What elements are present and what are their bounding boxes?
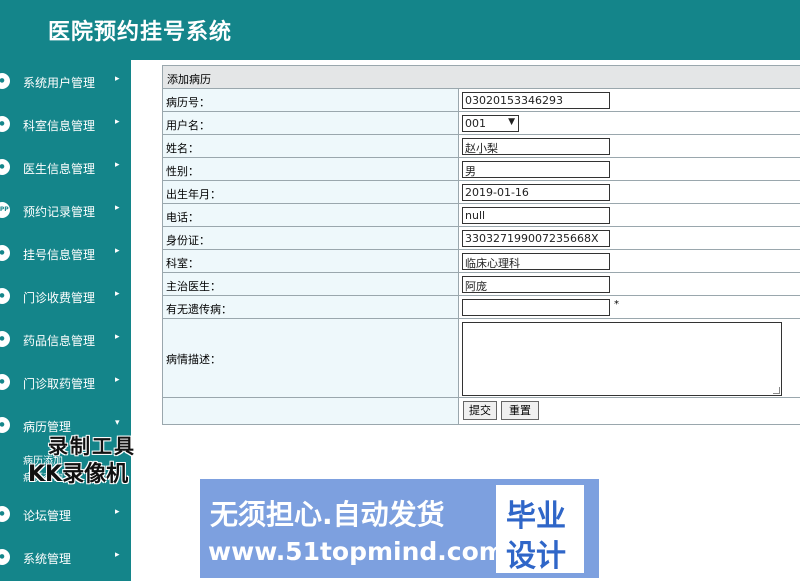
dropdown-arrow-icon: ▼: [508, 117, 515, 127]
sidebar-item-label: 挂号信息管理: [23, 248, 96, 262]
field-label: 电话：: [163, 204, 459, 226]
form-row-birth: 出生年月： 2019-01-16: [163, 181, 800, 204]
required-mark: *: [614, 299, 619, 310]
sidebar-item-fees[interactable]: ● 门诊收费管理 ▸: [0, 275, 131, 318]
promo-badge-line1: 毕业: [506, 499, 566, 534]
field-label: 科室：: [163, 250, 459, 272]
field-label: 病历号：: [163, 89, 459, 111]
register-icon: ●: [0, 245, 10, 261]
phone-field[interactable]: null: [462, 207, 610, 224]
field-label: 身份证：: [163, 227, 459, 249]
form-row-record-no: 病历号： 03020153346293: [163, 89, 800, 112]
chevron-right-icon: ▸: [115, 246, 120, 256]
fee-icon: ●: [0, 288, 10, 304]
select-value: 001: [465, 117, 486, 130]
chevron-right-icon: ▸: [115, 203, 120, 213]
doctor-icon: ●: [0, 159, 10, 175]
sidebar-item-label: 系统管理: [23, 552, 72, 566]
department-icon: ●: [0, 116, 10, 132]
birth-date-field[interactable]: 2019-01-16: [462, 184, 610, 201]
record-icon: ●: [0, 417, 10, 433]
field-label: 出生年月：: [163, 181, 459, 203]
recorder-watermark: 录制工具 KK录像机: [28, 430, 158, 488]
user-icon: ●: [0, 73, 10, 89]
sidebar-item-label: 预约记录管理: [23, 205, 96, 219]
chevron-right-icon: ▸: [115, 375, 120, 385]
chevron-right-icon: ▸: [115, 332, 120, 342]
promo-banner: 无须担心.自动发货 www.51topmind.com 毕业 设计: [200, 479, 599, 578]
form-title: 添加病历: [163, 66, 800, 89]
form-row-description: 病情描述：: [163, 319, 800, 398]
sidebar-item-medicines[interactable]: ● 药品信息管理 ▸: [0, 318, 131, 361]
field-label: 主治医生：: [163, 273, 459, 295]
app-title: 医院预约挂号系统: [48, 19, 233, 45]
sidebar-item-doctors[interactable]: ● 医生信息管理 ▸: [0, 146, 131, 189]
sidebar-item-label: 门诊收费管理: [23, 291, 96, 305]
chevron-right-icon: ▸: [115, 507, 120, 517]
field-label: 用户名：: [163, 112, 459, 134]
field-label: 姓名：: [163, 135, 459, 157]
chevron-right-icon: ▸: [115, 550, 120, 560]
chevron-right-icon: ▸: [115, 289, 120, 299]
form-row-phone: 电话： null: [163, 204, 800, 227]
recorder-watermark-line1: 录制工具: [48, 434, 136, 458]
sidebar-item-pharmacy[interactable]: ● 门诊取药管理 ▸: [0, 361, 131, 404]
app-icon: APP: [0, 202, 10, 218]
resize-grip-icon[interactable]: [773, 387, 780, 394]
submit-button[interactable]: 提交: [463, 401, 497, 420]
sidebar-item-label: 医生信息管理: [23, 162, 96, 176]
field-label: 性别：: [163, 158, 459, 180]
actions-label-cell: [163, 398, 459, 424]
username-select[interactable]: 001 ▼: [462, 115, 519, 132]
id-card-field[interactable]: 330327199007235668X: [462, 230, 610, 247]
hereditary-disease-input[interactable]: [462, 299, 610, 316]
form-row-name: 姓名： 赵小梨: [163, 135, 800, 158]
medicine-icon: ●: [0, 331, 10, 347]
sidebar-item-departments[interactable]: ● 科室信息管理 ▸: [0, 103, 131, 146]
promo-url: www.51topmind.com: [208, 537, 505, 566]
doctor-field[interactable]: 阿庞: [462, 276, 610, 293]
reset-button[interactable]: 重置: [501, 401, 539, 420]
forum-icon: ●: [0, 506, 10, 522]
promo-slogan: 无须担心.自动发货: [210, 498, 445, 531]
sidebar: ● 系统用户管理 ▸ ● 科室信息管理 ▸ ● 医生信息管理 ▸ APP 预约记…: [0, 60, 131, 581]
form-row-id-card: 身份证： 330327199007235668X: [163, 227, 800, 250]
sidebar-item-forum[interactable]: ● 论坛管理 ▸: [0, 493, 131, 536]
settings-icon: ●: [0, 549, 10, 565]
sidebar-item-label: 药品信息管理: [23, 334, 96, 348]
sidebar-item-system[interactable]: ● 系统管理 ▸: [0, 536, 131, 579]
sidebar-item-appointments[interactable]: APP 预约记录管理 ▸: [0, 189, 131, 232]
form-row-gender: 性别： 男: [163, 158, 800, 181]
description-textarea[interactable]: [462, 322, 782, 396]
sidebar-item-registration[interactable]: ● 挂号信息管理 ▸: [0, 232, 131, 275]
record-no-field[interactable]: 03020153346293: [462, 92, 610, 109]
form-row-department: 科室： 临床心理科: [163, 250, 800, 273]
chevron-right-icon: ▸: [115, 117, 120, 127]
sidebar-item-label: 论坛管理: [23, 509, 72, 523]
add-record-form: 添加病历 病历号： 03020153346293 用户名： 001 ▼ 姓名： …: [162, 65, 800, 425]
app-header: 医院预约挂号系统: [0, 0, 800, 60]
promo-badge: 毕业 设计: [496, 485, 584, 574]
chevron-right-icon: ▸: [115, 74, 120, 84]
form-row-hereditary: 有无遗传病： *: [163, 296, 800, 319]
gender-field[interactable]: 男: [462, 161, 610, 178]
chevron-right-icon: ▸: [115, 160, 120, 170]
name-field[interactable]: 赵小梨: [462, 138, 610, 155]
form-row-actions: 提交 重置: [163, 398, 800, 424]
form-row-username: 用户名： 001 ▼: [163, 112, 800, 135]
sidebar-item-label: 系统用户管理: [23, 76, 96, 90]
department-field[interactable]: 临床心理科: [462, 253, 610, 270]
chevron-down-icon: ▾: [115, 418, 120, 428]
recorder-watermark-line2: KK录像机: [28, 462, 129, 487]
field-label: 有无遗传病：: [163, 296, 459, 318]
sidebar-item-system-users[interactable]: ● 系统用户管理 ▸: [0, 60, 131, 103]
sidebar-item-label: 门诊取药管理: [23, 377, 96, 391]
field-label: 病情描述：: [163, 319, 459, 397]
promo-badge-line2: 设计: [506, 539, 566, 574]
form-row-doctor: 主治医生： 阿庞: [163, 273, 800, 296]
pharmacy-icon: ●: [0, 374, 10, 390]
sidebar-item-label: 科室信息管理: [23, 119, 96, 133]
